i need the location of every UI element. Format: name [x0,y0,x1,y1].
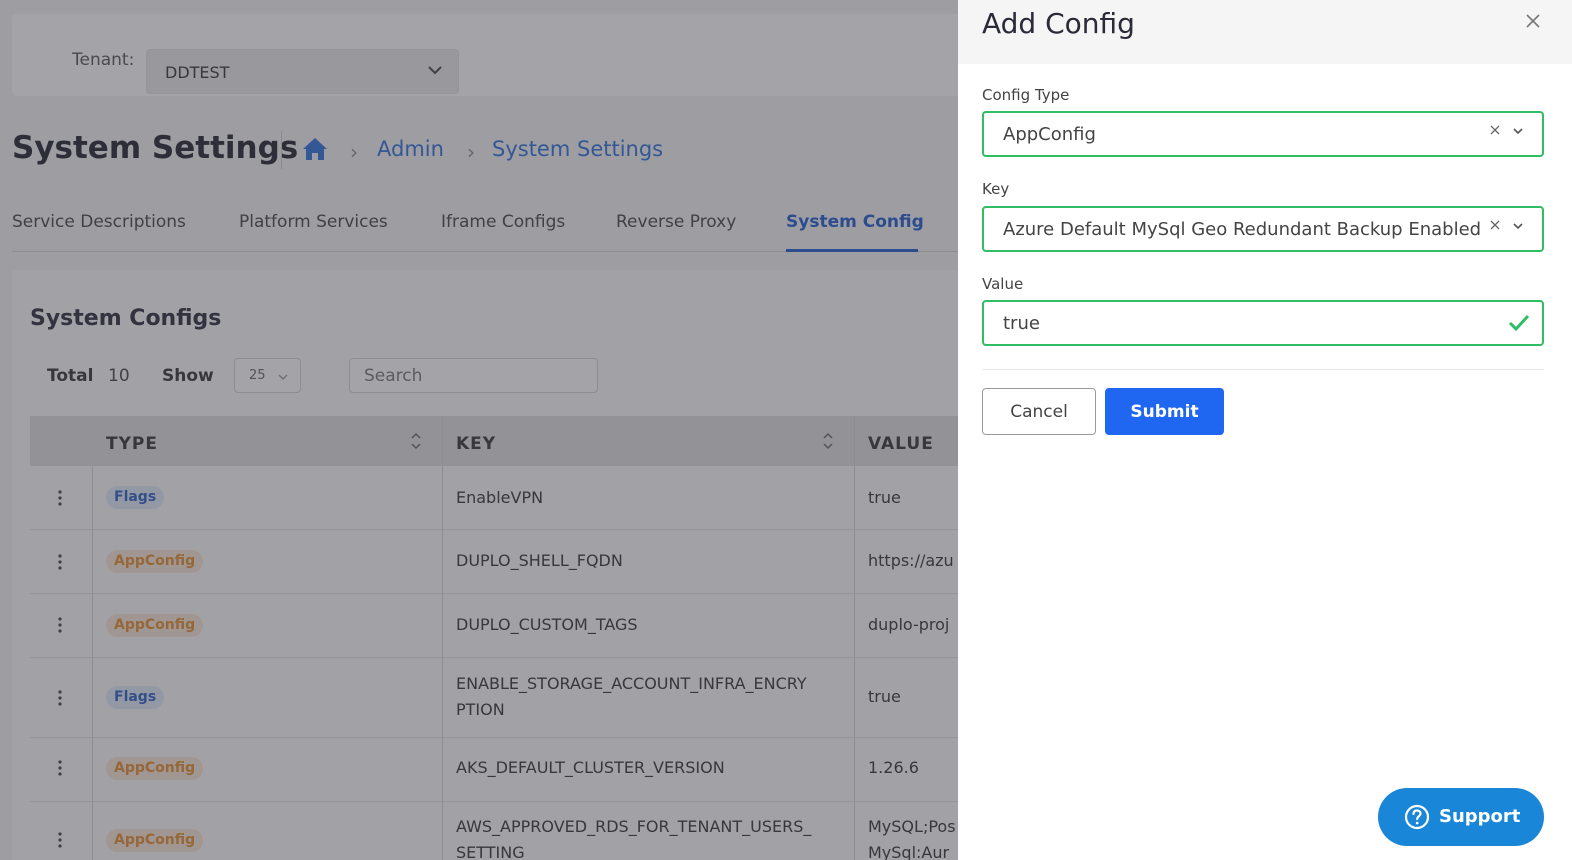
value-label: Value [982,275,1024,293]
config-type-value: AppConfig [1003,124,1096,145]
config-type-label: Config Type [982,86,1070,104]
key-select[interactable]: Azure Default MySql Geo Redundant Backup… [982,206,1544,252]
clear-icon[interactable] [1490,220,1500,230]
add-config-drawer: Add Config Config Type AppConfig Key Azu… [958,0,1572,860]
drawer-header: Add Config [958,0,1572,64]
cancel-button[interactable]: Cancel [982,388,1096,435]
clear-icon[interactable] [1490,125,1500,135]
chevron-down-icon[interactable] [1512,125,1524,137]
close-icon[interactable] [1526,14,1540,28]
key-value: Azure Default MySql Geo Redundant Backup… [1003,219,1482,240]
help-circle-icon [1404,804,1430,830]
chevron-down-icon[interactable] [1512,220,1524,232]
drawer-title: Add Config [982,7,1135,40]
value-input[interactable] [1003,313,1483,334]
submit-button[interactable]: Submit [1105,388,1224,435]
key-label: Key [982,180,1010,198]
config-type-select[interactable]: AppConfig [982,111,1544,157]
modal-backdrop[interactable] [0,0,958,860]
support-button[interactable]: Support [1378,788,1544,846]
drawer-divider [982,369,1544,370]
support-label: Support [1439,806,1521,827]
check-icon [1508,314,1530,332]
value-field[interactable] [982,300,1544,346]
